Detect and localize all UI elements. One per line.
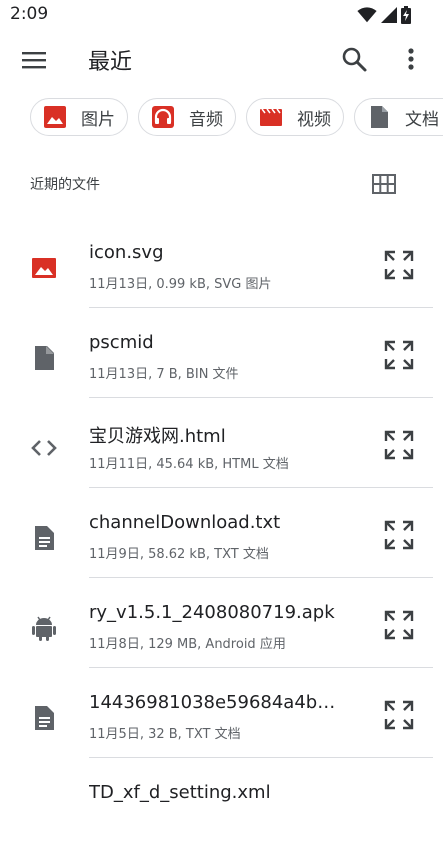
file-meta: 11月5日, 32 B, TXT 文档 xyxy=(89,727,241,742)
section-title: 近期的文件 xyxy=(30,177,100,193)
text-file-icon xyxy=(35,526,54,550)
page-title: 最近 xyxy=(88,50,133,75)
file-meta: 11月9日, 58.62 kB, TXT 文档 xyxy=(89,547,269,562)
app-bar: 最近 xyxy=(0,30,443,90)
expand-icon[interactable] xyxy=(383,339,415,371)
status-time: 2:09 xyxy=(10,4,49,24)
expand-icon[interactable] xyxy=(383,699,415,731)
file-row[interactable]: channelDownload.txt 11月9日, 58.62 kB, TXT… xyxy=(0,488,443,578)
file-name: pscmid xyxy=(89,332,154,353)
movie-icon xyxy=(260,108,282,126)
image-icon xyxy=(44,106,66,128)
wifi-icon xyxy=(357,7,377,23)
status-bar: 2:09 xyxy=(0,0,443,30)
chip-documents[interactable]: 文档 xyxy=(354,98,443,136)
file-row[interactable]: icon.svg 11月13日, 0.99 kB, SVG 图片 xyxy=(0,218,443,308)
generic-file-icon xyxy=(35,346,54,370)
grid-view-icon[interactable] xyxy=(372,173,396,195)
file-row[interactable]: TD_xf_d_setting.xml xyxy=(0,758,443,848)
filter-chips: 图片 音频 视频 文档 xyxy=(0,98,443,138)
status-icons xyxy=(357,5,411,25)
chip-label: 视频 xyxy=(297,109,331,130)
file-meta: 11月13日, 0.99 kB, SVG 图片 xyxy=(89,277,272,292)
expand-icon[interactable] xyxy=(383,249,415,281)
file-meta: 11月13日, 7 B, BIN 文件 xyxy=(89,367,239,382)
android-file-icon xyxy=(32,616,56,641)
image-file-icon xyxy=(32,258,56,278)
menu-icon[interactable] xyxy=(20,47,48,73)
file-meta: 11月8日, 129 MB, Android 应用 xyxy=(89,637,286,652)
signal-icon xyxy=(381,7,397,23)
chip-video[interactable]: 视频 xyxy=(246,98,344,136)
file-row[interactable]: 14436981038e59684a4b8... 11月5日, 32 B, TX… xyxy=(0,668,443,758)
file-row[interactable]: ry_v1.5.1_2408080719.apk 11月8日, 129 MB, … xyxy=(0,578,443,668)
file-name: TD_xf_d_setting.xml xyxy=(89,782,271,803)
search-icon[interactable] xyxy=(340,45,368,73)
chip-label: 图片 xyxy=(81,109,115,130)
file-name: ry_v1.5.1_2408080719.apk xyxy=(89,602,335,623)
chip-label: 文档 xyxy=(405,109,439,130)
document-icon xyxy=(371,106,388,128)
file-row[interactable]: 宝贝游戏网.html 11月11日, 45.64 kB, HTML 文档 xyxy=(0,398,443,488)
file-name: 宝贝游戏网.html xyxy=(89,426,226,447)
code-file-icon xyxy=(31,440,57,456)
expand-icon[interactable] xyxy=(383,609,415,641)
file-row[interactable]: pscmid 11月13日, 7 B, BIN 文件 xyxy=(0,308,443,398)
chip-audio[interactable]: 音频 xyxy=(138,98,236,136)
expand-icon[interactable] xyxy=(383,429,415,461)
more-options-icon[interactable] xyxy=(398,45,424,73)
battery-icon xyxy=(401,6,411,24)
chip-images[interactable]: 图片 xyxy=(30,98,128,136)
headphones-icon xyxy=(152,106,174,128)
file-name: 14436981038e59684a4b8... xyxy=(89,692,344,713)
text-file-icon xyxy=(35,706,54,730)
file-name: icon.svg xyxy=(89,242,164,263)
file-meta: 11月11日, 45.64 kB, HTML 文档 xyxy=(89,457,289,472)
chip-label: 音频 xyxy=(189,109,223,130)
expand-icon[interactable] xyxy=(383,519,415,551)
file-name: channelDownload.txt xyxy=(89,512,281,533)
